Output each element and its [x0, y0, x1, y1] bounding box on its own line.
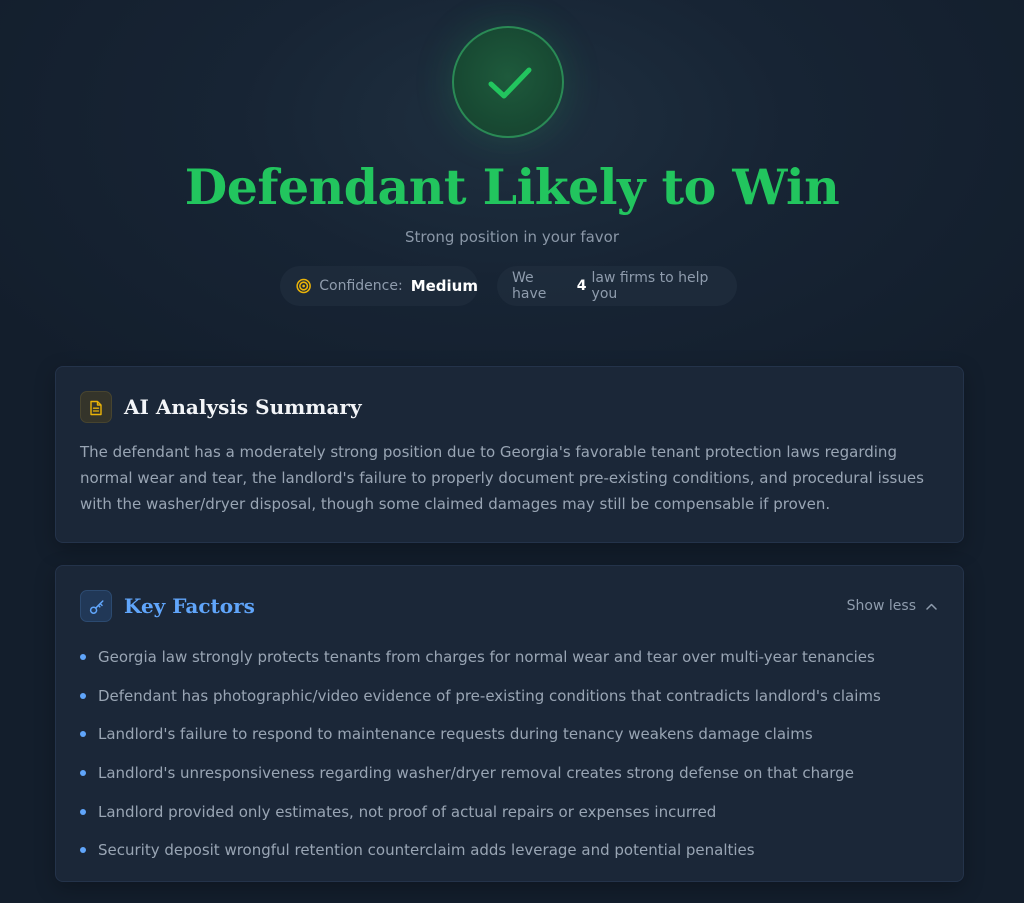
law-firms-prefix: We have [512, 270, 547, 302]
list-item: Georgia law strongly protects tenants fr… [80, 638, 940, 677]
key-factors-icon-box [80, 590, 112, 622]
bullet-icon [80, 692, 86, 699]
bullet-icon [80, 770, 86, 777]
list-item: Landlord provided only estimates, not pr… [80, 792, 940, 831]
list-item: Security deposit wrongful retention coun… [80, 831, 940, 870]
law-firms-badge: We have 4 law firms to help you [497, 266, 737, 306]
list-item: Landlord's failure to respond to mainten… [80, 715, 940, 754]
list-item: Landlord's unresponsiveness regarding wa… [80, 754, 940, 793]
summary-title: AI Analysis Summary [124, 395, 362, 419]
show-less-button[interactable]: Show less [847, 594, 937, 618]
key-factors-title: Key Factors [124, 594, 255, 618]
verdict-hero: Defendant Likely to Win Strong position … [0, 0, 1024, 340]
list-item: Defendant has photographic/video evidenc… [80, 677, 940, 716]
law-firms-suffix: law firms to help you [591, 270, 709, 302]
confidence-label: Confidence: [319, 278, 403, 294]
target-icon [296, 278, 311, 294]
verdict-subtitle: Strong position in your favor [404, 228, 620, 246]
verdict-title: Defendant Likely to Win [184, 158, 840, 216]
key-factor-text: Landlord's failure to respond to mainten… [98, 725, 813, 744]
bullet-icon [80, 731, 86, 738]
summary-icon-box [80, 391, 112, 423]
bullet-icon [80, 654, 86, 661]
key-factors-list: Georgia law strongly protects tenants fr… [80, 638, 940, 870]
ai-analysis-summary-card: AI Analysis Summary The defendant has a … [55, 366, 964, 543]
key-factors-card: Key Factors Show less Georgia law strong… [55, 565, 964, 882]
show-less-label: Show less [846, 598, 916, 614]
key-factor-text: Georgia law strongly protects tenants fr… [98, 648, 875, 667]
bullet-icon [80, 808, 86, 815]
verdict-status-badge [452, 26, 564, 138]
law-firms-count: 4 [576, 278, 587, 294]
bullet-icon [80, 847, 86, 854]
summary-text: The defendant has a moderately strong po… [80, 443, 924, 513]
key-factor-text: Defendant has photographic/video evidenc… [98, 686, 881, 705]
key-factor-text: Security deposit wrongful retention coun… [98, 841, 755, 860]
confidence-badge: Confidence: Medium [280, 266, 478, 306]
key-factor-text: Landlord provided only estimates, not pr… [98, 802, 717, 821]
chevron-up-icon [926, 603, 937, 610]
confidence-value: Medium [410, 277, 478, 295]
key-icon [89, 600, 104, 614]
key-factor-text: Landlord's unresponsiveness regarding wa… [98, 764, 854, 783]
document-icon [90, 400, 102, 416]
check-icon [488, 67, 532, 99]
